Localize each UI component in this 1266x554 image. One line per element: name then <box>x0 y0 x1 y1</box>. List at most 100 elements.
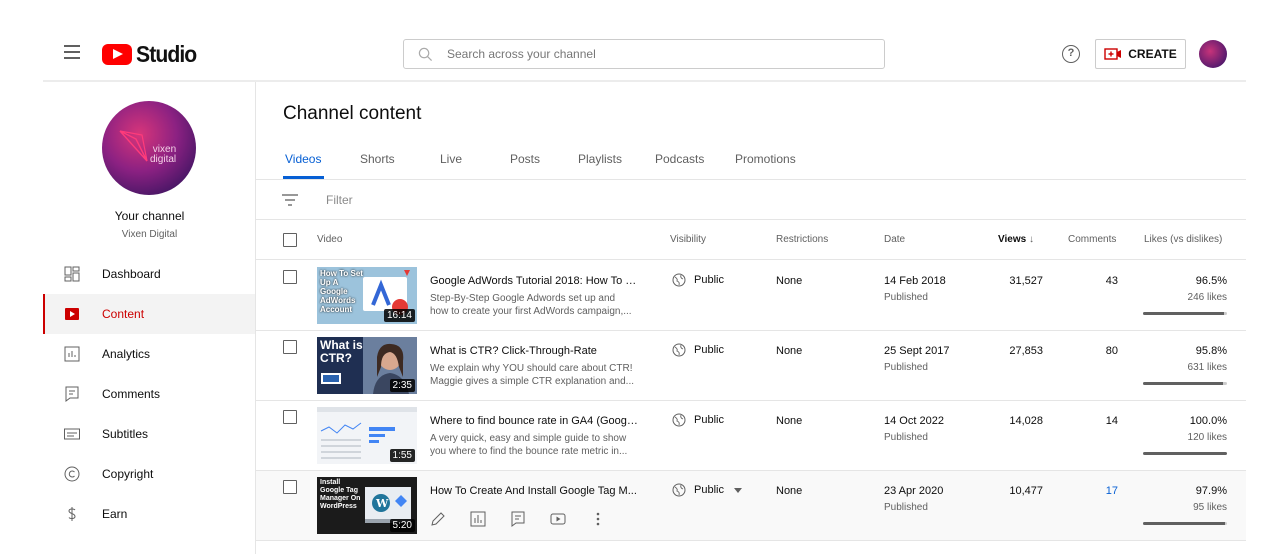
row-checkbox[interactable] <box>283 480 297 494</box>
column-views[interactable]: Views ↓ <box>998 234 1034 245</box>
likes-bar <box>1143 312 1227 315</box>
restrictions-value: None <box>776 415 803 427</box>
likes-percentage: 95.8% <box>1195 345 1227 357</box>
video-duration: 2:35 <box>389 379 415 392</box>
search-input[interactable] <box>447 47 847 61</box>
date-value: 14 Oct 2022 <box>884 415 944 427</box>
date-value: 14 Feb 2018 <box>884 275 946 287</box>
table-row[interactable]: 1:55 Where to find bounce rate in GA4 (G… <box>256 401 1246 471</box>
sidebar-item-label: Dashboard <box>102 267 161 281</box>
views-value: 31,527 <box>1009 275 1043 287</box>
video-title[interactable]: How To Create And Install Google Tag M..… <box>430 485 640 497</box>
youtube-play-icon[interactable] <box>550 511 566 527</box>
publish-status: Published <box>884 502 928 513</box>
more-options-icon[interactable] <box>590 511 606 527</box>
row-checkbox[interactable] <box>283 410 297 424</box>
restrictions-value: None <box>776 345 803 357</box>
sort-down-icon: ↓ <box>1028 234 1034 245</box>
views-value: 10,477 <box>1009 485 1043 497</box>
video-thumbnail[interactable]: How To Set Up A Google AdWords Account 1… <box>317 267 417 324</box>
video-description: Step-By-Step Google Adwords set up and ho… <box>430 293 632 317</box>
visibility-value: Public <box>694 414 724 426</box>
sidebar-item-copyright[interactable]: Copyright <box>43 454 255 494</box>
filter-icon[interactable] <box>282 194 298 206</box>
globe-icon <box>672 413 686 427</box>
edit-icon[interactable] <box>430 511 446 527</box>
tab-live[interactable]: Live <box>440 152 462 166</box>
globe-icon <box>672 483 686 497</box>
likes-bar-fill <box>1143 522 1226 525</box>
account-avatar[interactable] <box>1199 40 1227 68</box>
video-duration: 5:20 <box>389 519 415 532</box>
visibility-cell: Public <box>672 413 724 427</box>
filter-bar <box>256 181 1246 220</box>
likes-bar-fill <box>1143 312 1225 315</box>
channel-title: Your channel <box>114 209 185 223</box>
sidebar-item-comments[interactable]: Comments <box>43 374 255 414</box>
create-label: CREATE <box>1128 47 1177 61</box>
chevron-down-icon[interactable] <box>733 487 742 493</box>
date-value: 25 Sept 2017 <box>884 345 950 357</box>
restrictions-value: None <box>776 275 803 287</box>
video-thumbnail[interactable]: What is CTR? 2:35 <box>317 337 417 394</box>
likes-percentage: 96.5% <box>1195 275 1227 287</box>
sidebar-item-label: Content <box>102 307 145 321</box>
video-title[interactable]: Where to find bounce rate in GA4 (Google… <box>430 415 640 427</box>
comments-link[interactable]: 17 <box>1106 485 1118 497</box>
video-title[interactable]: Google AdWords Tutorial 2018: How To S..… <box>430 275 640 287</box>
column-comments[interactable]: Comments <box>1068 234 1116 245</box>
comments-value: 14 <box>1105 415 1118 427</box>
sidebar-item-dashboard[interactable]: Dashboard <box>43 254 255 294</box>
column-date[interactable]: Date <box>884 234 905 245</box>
sidebar-item-analytics[interactable]: Analytics <box>43 334 255 374</box>
tab-posts[interactable]: Posts <box>510 152 540 166</box>
video-title[interactable]: What is CTR? Click-Through-Rate <box>430 345 640 357</box>
row-checkbox[interactable] <box>283 270 297 284</box>
sidebar-item-label: Comments <box>102 387 161 401</box>
video-duration: 1:55 <box>389 449 415 462</box>
menu-icon[interactable] <box>64 45 80 59</box>
page-title: Channel content <box>283 103 422 124</box>
create-video-icon <box>1104 48 1122 60</box>
visibility-value: Public <box>694 344 724 356</box>
earn-icon <box>64 506 80 522</box>
table-row[interactable]: How To Set Up A Google AdWords Account 1… <box>256 261 1246 331</box>
video-thumbnail[interactable]: W Install Google Tag Manager On WordPres… <box>317 477 417 534</box>
analytics-icon[interactable] <box>470 511 486 527</box>
column-visibility[interactable]: Visibility <box>670 234 706 245</box>
tab-playlists[interactable]: Playlists <box>578 152 622 166</box>
visibility-dropdown[interactable]: Public <box>672 483 742 497</box>
video-description: A very quick, easy and simple guide to s… <box>430 433 628 457</box>
tab-promotions[interactable]: Promotions <box>735 152 796 166</box>
tab-podcasts[interactable]: Podcasts <box>655 152 704 166</box>
tab-videos[interactable]: Videos <box>285 152 321 166</box>
column-restrictions[interactable]: Restrictions <box>776 234 828 245</box>
video-thumbnail[interactable]: 1:55 <box>317 407 417 464</box>
content-icon <box>64 306 80 322</box>
sidebar-item-subtitles[interactable]: Subtitles <box>43 414 255 454</box>
table-row[interactable]: W Install Google Tag Manager On WordPres… <box>256 471 1246 541</box>
table-header: Video Visibility Restrictions Date Views… <box>256 221 1246 260</box>
content-tabs: Videos Shorts Live Posts Playlists Podca… <box>256 140 1246 180</box>
search-bar[interactable] <box>403 39 885 69</box>
sidebar-item-content[interactable]: Content <box>43 294 255 334</box>
column-likes[interactable]: Likes (vs dislikes) <box>1144 234 1222 245</box>
row-checkbox[interactable] <box>283 340 297 354</box>
table-row[interactable]: What is CTR? 2:35 What is CTR? Click-Thr… <box>256 331 1246 401</box>
thumbnail-caption: What is CTR? <box>320 338 363 365</box>
channel-name: Vixen Digital <box>121 229 178 240</box>
top-bar: Studio ? CREATE <box>0 0 1266 82</box>
select-all-checkbox[interactable] <box>283 233 297 247</box>
sidebar-item-earn[interactable]: Earn <box>43 494 255 534</box>
studio-logo[interactable]: Studio <box>102 41 202 68</box>
create-button[interactable]: CREATE <box>1095 39 1186 69</box>
help-icon[interactable]: ? <box>1062 45 1080 63</box>
likes-bar-fill <box>1143 382 1224 385</box>
publish-status: Published <box>884 292 928 303</box>
tab-shorts[interactable]: Shorts <box>360 152 395 166</box>
filter-input[interactable] <box>326 193 626 207</box>
channel-avatar[interactable]: vixen digital <box>102 101 196 195</box>
visibility-value: Public <box>694 274 724 286</box>
youtube-logo-icon <box>102 44 132 65</box>
comments-icon[interactable] <box>510 511 526 527</box>
